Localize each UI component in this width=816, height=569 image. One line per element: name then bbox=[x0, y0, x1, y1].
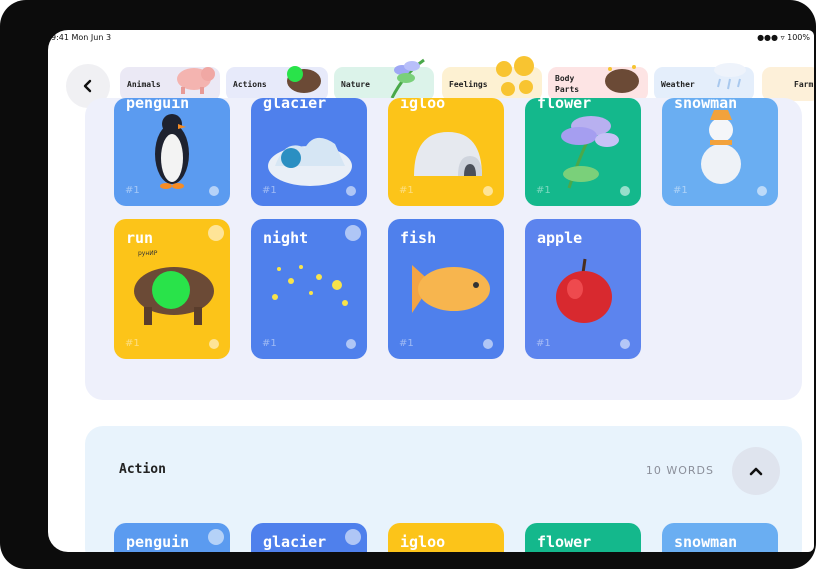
tab-body-parts-label: Body Parts bbox=[555, 74, 580, 94]
chevron-up-icon bbox=[749, 467, 763, 476]
word-card-penguin[interactable]: penguin #1 bbox=[114, 98, 230, 206]
pig-icon bbox=[177, 67, 215, 94]
checkmark-icon bbox=[208, 529, 224, 545]
action-section: Action 10 WORDS penguin glacier igloo fl… bbox=[85, 426, 802, 552]
tab-farm-label: Farm bbox=[794, 79, 814, 89]
card-word: snowman bbox=[674, 533, 738, 551]
tab-animals[interactable]: Animals bbox=[120, 67, 220, 101]
rain-cloud-icon bbox=[714, 63, 746, 90]
word-card-apple[interactable]: apple #1 bbox=[525, 219, 641, 359]
word-card-igloo[interactable]: igloo #1 bbox=[388, 98, 504, 206]
tab-farm[interactable]: Farm bbox=[762, 67, 814, 101]
card-word: glacier bbox=[263, 98, 327, 112]
word-card-glacier[interactable]: glacier #1 bbox=[251, 98, 367, 206]
tab-body-parts[interactable]: Body Parts bbox=[548, 65, 648, 101]
word-card-run[interactable]: run рунИР #1 bbox=[114, 219, 230, 359]
card-number: #1 bbox=[673, 185, 688, 196]
checkmark-icon bbox=[208, 225, 224, 241]
igloo-icon bbox=[414, 132, 482, 176]
tab-actions[interactable]: Actions bbox=[226, 66, 328, 101]
content-area: penguin #1 glacier #1 igloo #1 flower #1… bbox=[48, 98, 814, 552]
tab-animals-label: Animals bbox=[127, 79, 161, 89]
word-card-night[interactable]: night #1 bbox=[251, 219, 367, 359]
card-word: glacier bbox=[263, 533, 327, 551]
card-number: #1 bbox=[536, 185, 551, 196]
card-word: fish bbox=[400, 229, 437, 247]
info-icon[interactable] bbox=[483, 186, 493, 196]
status-indicators: ●●● ▿ 100% bbox=[757, 33, 810, 42]
card-subtitle: рунИР bbox=[138, 250, 158, 257]
flower-icon bbox=[561, 116, 619, 189]
flower-icon bbox=[390, 58, 425, 99]
fish-icon bbox=[412, 265, 490, 313]
section-title: Action bbox=[119, 462, 166, 477]
tab-actions-label: Actions bbox=[233, 79, 267, 89]
info-icon[interactable] bbox=[620, 186, 630, 196]
tab-feelings-label: Feelings bbox=[449, 79, 488, 89]
card-number: #1 bbox=[125, 338, 140, 349]
card-number: #1 bbox=[262, 338, 277, 349]
app-screen: 9:41 Mon Jun 3 ●●● ▿ 100% Animals Action… bbox=[48, 30, 814, 552]
info-icon[interactable] bbox=[209, 339, 219, 349]
capybara-icon bbox=[287, 66, 321, 93]
info-icon[interactable] bbox=[346, 186, 356, 196]
tablet-frame: 9:41 Mon Jun 3 ●●● ▿ 100% Animals Action… bbox=[0, 0, 816, 569]
card-number: #1 bbox=[399, 338, 414, 349]
card-word: igloo bbox=[400, 98, 446, 112]
green-marker bbox=[152, 271, 190, 309]
animals-section: penguin #1 glacier #1 igloo #1 flower #1… bbox=[85, 98, 802, 400]
word-card-flower[interactable]: flower bbox=[525, 523, 641, 552]
chevron-left-icon bbox=[83, 79, 92, 93]
tab-nature-label: Nature bbox=[341, 79, 370, 89]
word-card-penguin[interactable]: penguin bbox=[114, 523, 230, 552]
word-card-snowman[interactable]: snowman bbox=[662, 523, 778, 552]
capybara-icon bbox=[605, 65, 639, 93]
emoji-faces-icon bbox=[496, 56, 534, 96]
card-word: penguin bbox=[126, 533, 190, 551]
info-icon[interactable] bbox=[346, 339, 356, 349]
word-count: 10 WORDS bbox=[645, 464, 714, 477]
card-number: #1 bbox=[262, 185, 277, 196]
checkmark-icon bbox=[345, 225, 361, 241]
glacier-icon bbox=[268, 137, 352, 186]
card-number: #1 bbox=[536, 338, 551, 349]
card-word: apple bbox=[537, 229, 583, 247]
card-word: run bbox=[126, 229, 154, 247]
status-bar: 9:41 Mon Jun 3 ●●● ▿ 100% bbox=[48, 30, 814, 46]
info-icon[interactable] bbox=[620, 339, 630, 349]
stars-icon bbox=[272, 265, 348, 306]
apple-icon bbox=[556, 258, 612, 323]
word-card-igloo[interactable]: igloo bbox=[388, 523, 504, 552]
checkmark-icon bbox=[345, 529, 361, 545]
card-word: igloo bbox=[400, 533, 446, 551]
word-card-flower[interactable]: flower #1 bbox=[525, 98, 641, 206]
card-word: night bbox=[263, 229, 309, 247]
info-icon[interactable] bbox=[757, 186, 767, 196]
word-card-snowman[interactable]: snowman #1 bbox=[662, 98, 778, 206]
word-card-fish[interactable]: fish #1 bbox=[388, 219, 504, 359]
snowman-icon bbox=[701, 110, 741, 184]
collapse-button[interactable] bbox=[732, 447, 780, 495]
tab-weather-label: Weather bbox=[661, 79, 695, 89]
penguin-icon bbox=[155, 114, 189, 189]
card-number: #1 bbox=[399, 185, 414, 196]
info-icon[interactable] bbox=[209, 186, 219, 196]
card-number: #1 bbox=[125, 185, 140, 196]
tab-feelings[interactable]: Feelings bbox=[442, 56, 542, 101]
card-word: flower bbox=[537, 533, 592, 551]
word-card-glacier[interactable]: glacier bbox=[251, 523, 367, 552]
tab-nature[interactable]: Nature bbox=[334, 58, 434, 101]
status-time: 9:41 Mon Jun 3 bbox=[51, 33, 112, 42]
tab-weather[interactable]: Weather bbox=[654, 63, 754, 101]
info-icon[interactable] bbox=[483, 339, 493, 349]
